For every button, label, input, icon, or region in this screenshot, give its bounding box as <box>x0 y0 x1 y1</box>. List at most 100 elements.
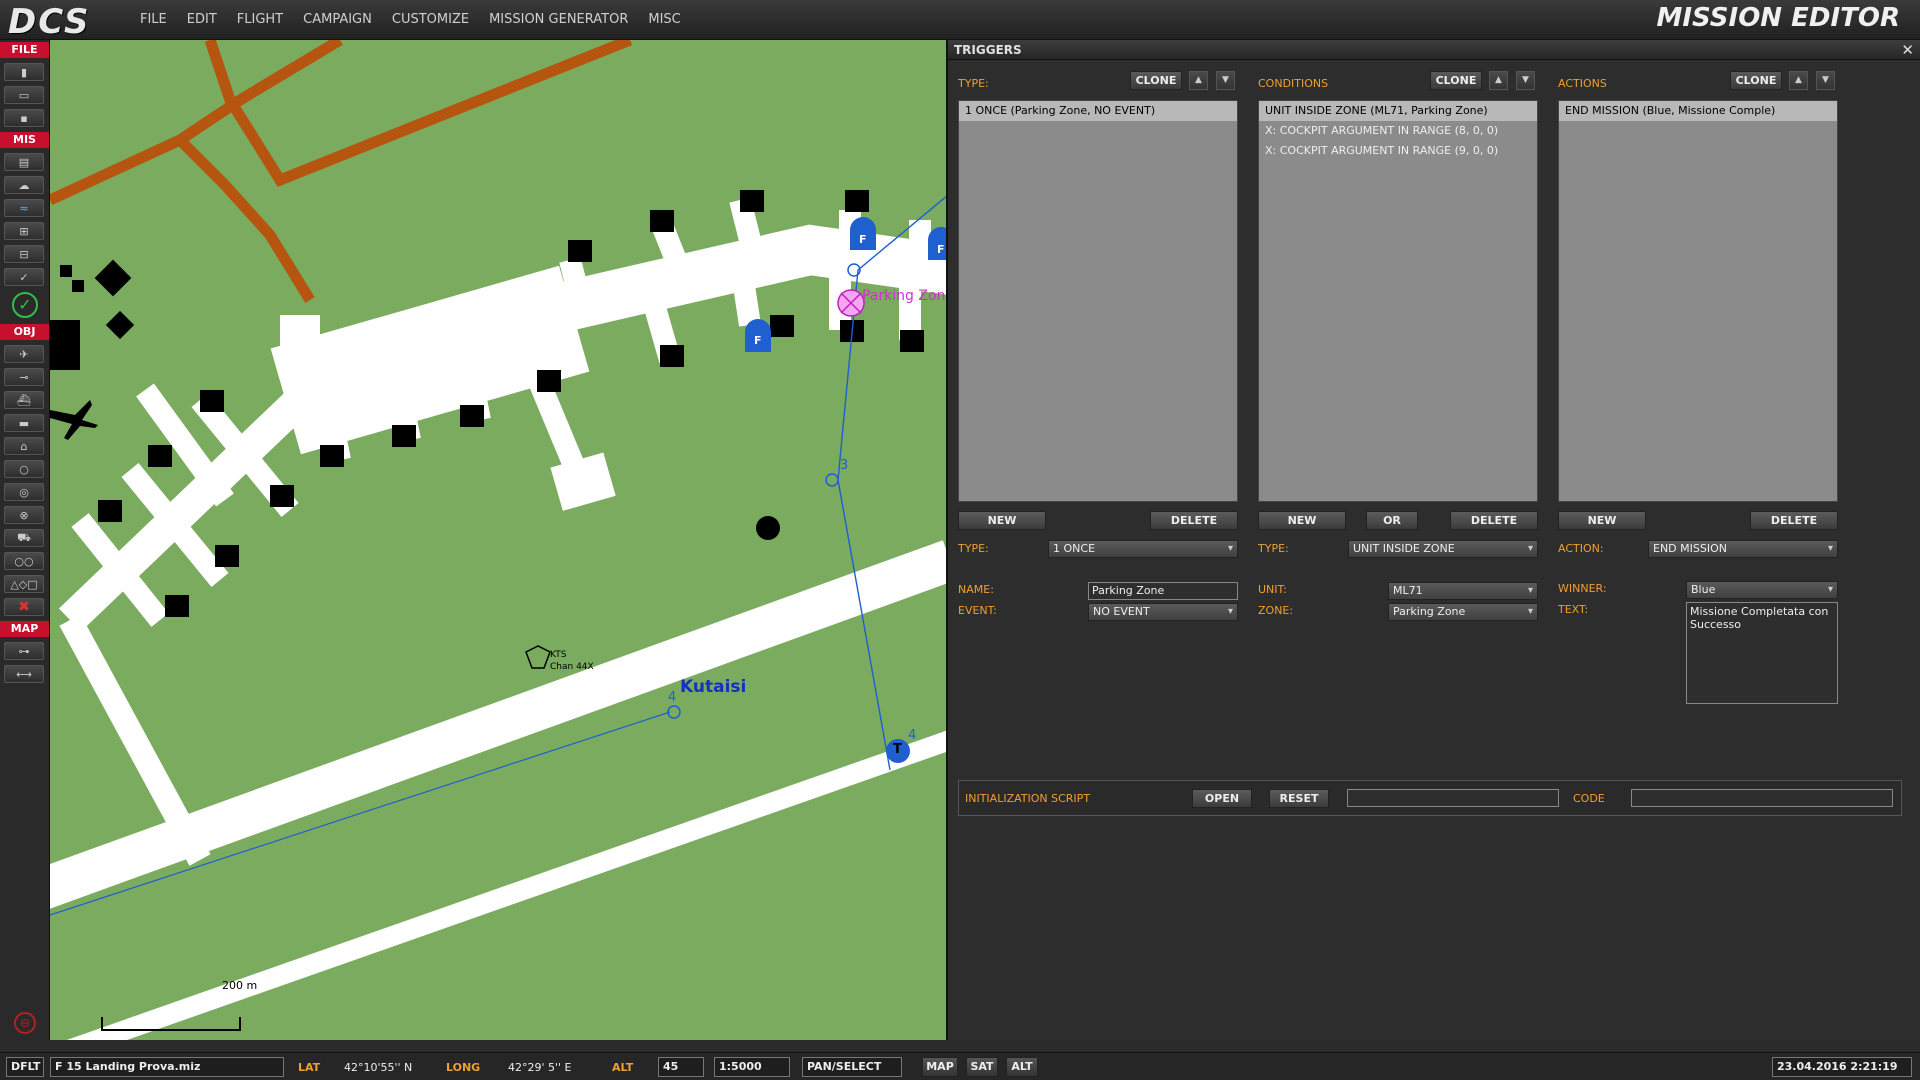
event-label: EVENT: <box>958 604 997 617</box>
ruler-icon[interactable]: ⊶ <box>4 642 44 660</box>
goals-icon[interactable]: ⊟ <box>4 245 44 263</box>
road <box>204 40 633 187</box>
vehicle-icon[interactable]: ▬ <box>4 414 44 432</box>
move-down-icon[interactable]: ▼ <box>1216 71 1235 90</box>
type-clone-button[interactable]: CLONE <box>1130 71 1182 90</box>
event-combo[interactable]: NO EVENT <box>1088 603 1238 621</box>
type-label: TYPE: <box>958 542 989 555</box>
waypoint-4b-label: 4 <box>908 728 917 743</box>
type-delete-button[interactable]: DELETE <box>1150 511 1238 530</box>
message-textarea[interactable]: Missione Completata con Successo <box>1686 602 1838 704</box>
map-view[interactable]: Kutaisi KTS Chan 44X Parking Zon 3 4 4 T… <box>50 40 946 1040</box>
shapes-icon[interactable]: △◇□ <box>4 575 44 593</box>
briefing-icon[interactable]: ▤ <box>4 153 44 171</box>
move-up-icon[interactable]: ▲ <box>1489 71 1508 90</box>
cond-clone-button[interactable]: CLONE <box>1430 71 1482 90</box>
map-view-button[interactable]: MAP <box>922 1057 958 1077</box>
weather-icon[interactable]: ☁ <box>4 176 44 194</box>
template-icon[interactable]: ○○ <box>4 552 44 570</box>
menu-mission-generator[interactable]: MISSION GENERATOR <box>479 12 638 27</box>
type-list[interactable]: 1 ONCE (Parking Zone, NO EVENT) <box>958 100 1238 502</box>
name-label: NAME: <box>958 583 994 596</box>
main-menu: FILE EDIT FLIGHT CAMPAIGN CUSTOMIZE MISS… <box>130 12 691 27</box>
cond-delete-button[interactable]: DELETE <box>1450 511 1538 530</box>
cond-new-button[interactable]: NEW <box>1258 511 1346 530</box>
alt-view-button[interactable]: ALT <box>1006 1057 1038 1077</box>
fob-icon[interactable]: ⛟ <box>4 529 44 547</box>
move-up-icon[interactable]: ▲ <box>1189 71 1208 90</box>
cond-type-combo[interactable]: UNIT INSIDE ZONE <box>1348 540 1538 558</box>
type-new-button[interactable]: NEW <box>958 511 1046 530</box>
name-input[interactable]: Parking Zone <box>1088 582 1238 600</box>
map-canvas[interactable] <box>50 40 946 1040</box>
flag-label: F <box>937 243 945 256</box>
type-column-label: TYPE: <box>958 77 989 90</box>
resources-icon[interactable]: ⊞ <box>4 222 44 240</box>
mode-indicator[interactable]: DFLT <box>6 1057 44 1077</box>
waypoint-3 <box>825 473 839 487</box>
open-button[interactable]: OPEN <box>1192 789 1252 808</box>
move-up-icon[interactable]: ▲ <box>1789 71 1808 90</box>
scale-label: 200 m <box>222 979 258 992</box>
menu-campaign[interactable]: CAMPAIGN <box>293 12 382 27</box>
flag-label: F <box>754 334 762 347</box>
menu-customize[interactable]: CUSTOMIZE <box>382 12 479 27</box>
static-icon[interactable]: ○ <box>4 460 44 478</box>
action-combo[interactable]: END MISSION <box>1648 540 1838 558</box>
list-item[interactable]: X: COCKPIT ARGUMENT IN RANGE (8, 0, 0) <box>1259 121 1537 141</box>
lat-label: LAT <box>298 1061 321 1074</box>
list-item[interactable]: UNIT INSIDE ZONE (ML71, Parking Zone) <box>1259 101 1537 121</box>
cancel-icon[interactable]: ⊖ <box>14 1012 36 1034</box>
tacan-beacon-icon <box>525 645 551 669</box>
move-down-icon[interactable]: ▼ <box>1516 71 1535 90</box>
satellite-view-button[interactable]: SAT <box>966 1057 998 1077</box>
triggers-title: TRIGGERS <box>954 43 1022 57</box>
map-scale[interactable]: 1:5000 <box>714 1057 790 1077</box>
delete-icon[interactable]: ✖ <box>4 598 44 616</box>
measure-icon[interactable]: ⟷ <box>4 665 44 683</box>
long-value: 42°29' 5'' E <box>508 1061 572 1074</box>
helicopter-icon[interactable]: ⊸ <box>4 368 44 386</box>
beacon-label-2: Chan 44X <box>550 662 594 672</box>
reset-button[interactable]: RESET <box>1269 789 1329 808</box>
unit-combo[interactable]: ML71 <box>1388 582 1538 600</box>
conditions-list[interactable]: UNIT INSIDE ZONE (ML71, Parking Zone) X:… <box>1258 100 1538 502</box>
close-icon[interactable]: ✕ <box>1901 40 1914 60</box>
flag-label: F <box>859 233 867 246</box>
airplane-icon[interactable]: ✈ <box>4 345 44 363</box>
type-combo[interactable]: 1 ONCE <box>1048 540 1238 558</box>
menu-misc[interactable]: MISC <box>638 12 690 27</box>
menu-edit[interactable]: EDIT <box>177 12 227 27</box>
map-object <box>756 516 780 540</box>
target-icon[interactable]: ◎ <box>4 483 44 501</box>
check-icon[interactable]: ✓ <box>4 268 44 286</box>
actions-list[interactable]: END MISSION (Blue, Missione Comple) <box>1558 100 1838 502</box>
zone-combo[interactable]: Parking Zone <box>1388 603 1538 621</box>
list-item[interactable]: X: COCKPIT ARGUMENT IN RANGE (9, 0, 0) <box>1259 141 1537 161</box>
convoy-icon[interactable]: ⌂ <box>4 437 44 455</box>
move-down-icon[interactable]: ▼ <box>1816 71 1835 90</box>
waypoint-4-label: 4 <box>668 690 677 705</box>
winner-combo[interactable]: Blue <box>1686 581 1838 599</box>
triggers-icon[interactable]: ≈ <box>4 199 44 217</box>
menu-file[interactable]: FILE <box>130 12 177 27</box>
act-new-button[interactable]: NEW <box>1558 511 1646 530</box>
save-file-icon[interactable]: ▪ <box>4 109 44 127</box>
act-delete-button[interactable]: DELETE <box>1750 511 1838 530</box>
code-input[interactable] <box>1631 789 1893 807</box>
tool-mode[interactable]: PAN/SELECT <box>802 1057 902 1077</box>
open-file-icon[interactable]: ▭ <box>4 86 44 104</box>
menu-flight[interactable]: FLIGHT <box>227 12 293 27</box>
taxiway-parallel <box>66 730 946 1040</box>
script-path-input[interactable] <box>1347 789 1559 807</box>
list-item[interactable]: END MISSION (Blue, Missione Comple) <box>1559 101 1837 121</box>
list-item[interactable]: 1 ONCE (Parking Zone, NO EVENT) <box>959 101 1237 121</box>
validate-icon[interactable]: ✓ <box>12 292 38 318</box>
section-mis: MIS <box>0 132 49 148</box>
zone-icon[interactable]: ⊗ <box>4 506 44 524</box>
new-file-icon[interactable]: ▮ <box>4 63 44 81</box>
ship-icon[interactable]: ⛴ <box>4 391 44 409</box>
act-clone-button[interactable]: CLONE <box>1730 71 1782 90</box>
section-file: FILE <box>0 42 49 58</box>
cond-or-button[interactable]: OR <box>1366 511 1418 530</box>
